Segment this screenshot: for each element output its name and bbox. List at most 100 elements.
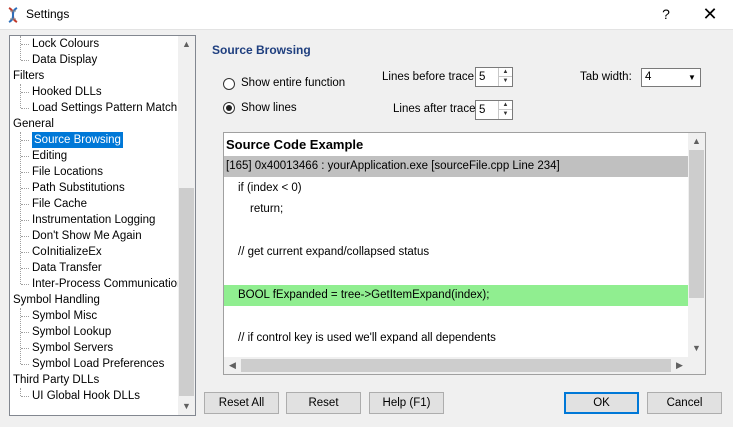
- tree-item[interactable]: File Cache: [32, 196, 87, 212]
- tree-item[interactable]: Data Display: [32, 52, 97, 68]
- tree-connector: [21, 140, 29, 141]
- chevron-down-icon[interactable]: ▼: [684, 69, 700, 86]
- scroll-up-icon[interactable]: ▲: [688, 133, 705, 150]
- code-line: if (index < 0): [238, 181, 302, 194]
- show-lines-radio[interactable]: [223, 102, 235, 114]
- lines-before-spinner[interactable]: 5 ▲ ▼: [475, 67, 513, 87]
- tree-connector: [20, 36, 21, 60]
- tree-connector: [21, 316, 29, 317]
- tree-connector: [21, 204, 29, 205]
- source-code-example: Source Code Example [165] 0x40013466 : y…: [223, 132, 706, 375]
- tree-connector: [21, 332, 29, 333]
- tree-item[interactable]: File Locations: [32, 164, 103, 180]
- close-icon[interactable]: ✕: [688, 0, 732, 30]
- tree-connector: [20, 84, 21, 108]
- tree-item[interactable]: Inter-Process Communication: [32, 276, 179, 292]
- scroll-down-icon[interactable]: ▼: [178, 398, 195, 415]
- scroll-thumb[interactable]: [179, 188, 194, 396]
- tree-scrollbar[interactable]: ▲ ▼: [178, 36, 195, 415]
- scroll-up-icon[interactable]: ▲: [178, 36, 195, 53]
- tree-item[interactable]: Don't Show Me Again: [32, 228, 142, 244]
- tree-item[interactable]: Symbol Servers: [32, 340, 113, 356]
- code-example-title: Source Code Example: [226, 137, 364, 152]
- help-button[interactable]: Help (F1): [369, 392, 444, 414]
- title-bar: Settings ? ✕: [0, 0, 733, 30]
- tree-connector: [21, 396, 29, 397]
- reset-button[interactable]: Reset: [286, 392, 361, 414]
- tree-category[interactable]: General: [13, 116, 54, 132]
- show-entire-function-radio[interactable]: [223, 78, 235, 90]
- tree-connector: [21, 92, 29, 93]
- code-line: return;: [250, 203, 284, 215]
- tree-connector: [20, 132, 21, 284]
- spinner-arrows[interactable]: ▲ ▼: [498, 68, 512, 86]
- tree-item[interactable]: Hooked DLLs: [32, 84, 102, 100]
- tree-item[interactable]: Data Transfer: [32, 260, 102, 276]
- tree-category[interactable]: Third Party DLLs: [13, 372, 99, 388]
- spin-up-icon[interactable]: ▲: [499, 68, 512, 77]
- tree-item[interactable]: Symbol Misc: [32, 308, 97, 324]
- tree-connector: [21, 60, 29, 61]
- show-lines-label[interactable]: Show lines: [241, 102, 297, 114]
- settings-tree[interactable]: Lock Colours Data Display Filters Hooked DL…: [9, 35, 196, 416]
- scroll-right-icon[interactable]: ▶: [671, 357, 688, 374]
- tree-item[interactable]: CoInitializeEx: [32, 244, 102, 260]
- code-header-line: [165] 0x40013466 : yourApplication.exe […: [224, 156, 689, 177]
- dna-app-icon: [8, 7, 18, 23]
- tree-item[interactable]: Lock Colours: [32, 36, 99, 52]
- tree-connector: [21, 236, 29, 237]
- code-highlighted-line: BOOL fExpanded = tree->GetItemExpand(ind…: [224, 285, 689, 306]
- tree-item[interactable]: Path Substitutions: [32, 180, 125, 196]
- tree-item[interactable]: Editing: [32, 148, 67, 164]
- lines-after-value[interactable]: 5: [479, 104, 485, 116]
- tree-connector: [21, 156, 29, 157]
- code-line: // get current expand/collapsed status: [238, 246, 430, 258]
- tree-connector: [21, 44, 29, 45]
- tree-category[interactable]: Filters: [13, 68, 44, 84]
- tree-category[interactable]: Symbol Handling: [13, 292, 100, 308]
- spin-up-icon[interactable]: ▲: [499, 101, 512, 110]
- tree-connector: [21, 284, 29, 285]
- tree-item[interactable]: Load Settings Pattern Match: [32, 100, 177, 116]
- help-title-button[interactable]: ?: [644, 0, 688, 30]
- tree-connector: [21, 348, 29, 349]
- tab-width-label: Tab width:: [580, 71, 632, 83]
- lines-before-label: Lines before trace: [382, 71, 475, 83]
- tree-connector: [21, 220, 29, 221]
- tree-connector: [21, 172, 29, 173]
- tree-connector: [20, 388, 21, 396]
- scroll-left-icon[interactable]: ◀: [224, 357, 241, 374]
- scroll-down-icon[interactable]: ▼: [688, 340, 705, 357]
- tree-item[interactable]: Symbol Lookup: [32, 324, 111, 340]
- section-title: Source Browsing: [212, 43, 311, 57]
- cancel-button[interactable]: Cancel: [647, 392, 722, 414]
- lines-after-spinner[interactable]: 5 ▲ ▼: [475, 100, 513, 120]
- tree-connector: [21, 252, 29, 253]
- tree-list: Lock Colours Data Display Filters Hooked DL…: [10, 36, 179, 415]
- tab-width-select[interactable]: 4 ▼: [641, 68, 701, 87]
- code-line: // if control key is used we'll expand a…: [238, 332, 496, 344]
- tab-width-value[interactable]: 4: [645, 71, 651, 83]
- scroll-thumb[interactable]: [689, 150, 704, 298]
- window-title: Settings: [26, 7, 70, 21]
- scroll-thumb[interactable]: [241, 359, 671, 372]
- reset-all-button[interactable]: Reset All: [204, 392, 279, 414]
- spin-down-icon[interactable]: ▼: [499, 77, 512, 86]
- lines-before-value[interactable]: 5: [479, 71, 485, 83]
- spin-down-icon[interactable]: ▼: [499, 110, 512, 119]
- tree-connector: [21, 364, 29, 365]
- spinner-arrows[interactable]: ▲ ▼: [498, 101, 512, 119]
- tree-item[interactable]: Symbol Load Preferences: [32, 356, 164, 372]
- tree-item[interactable]: UI Global Hook DLLs: [32, 388, 140, 404]
- code-vertical-scrollbar[interactable]: ▲ ▼: [688, 133, 705, 357]
- show-entire-function-label[interactable]: Show entire function: [241, 77, 345, 89]
- ok-button[interactable]: OK: [564, 392, 639, 414]
- tree-item[interactable]: Instrumentation Logging: [32, 212, 155, 228]
- tree-item[interactable]: Source Browsing: [32, 132, 123, 148]
- tree-connector: [21, 268, 29, 269]
- code-horizontal-scrollbar[interactable]: ◀ ▶: [224, 357, 705, 374]
- tree-connector: [21, 108, 29, 109]
